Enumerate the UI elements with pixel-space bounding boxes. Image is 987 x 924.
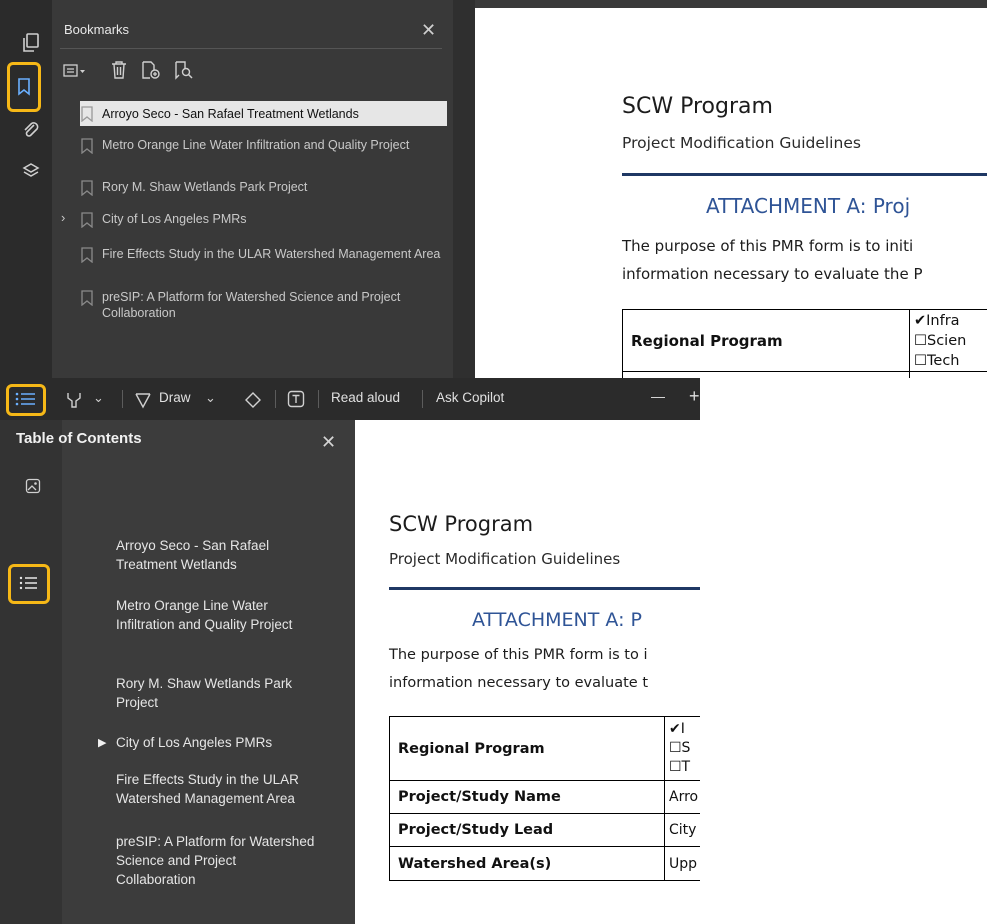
table-value: Arro [664, 780, 700, 814]
toc-item[interactable]: Metro Orange Line Water Infiltration and… [116, 596, 316, 634]
doc-title: SCW Program [622, 94, 773, 119]
bookmark-flag-icon [81, 212, 93, 228]
bookmark-item[interactable]: Fire Effects Study in the ULAR Watershed… [80, 246, 450, 263]
toc-item[interactable]: Rory M. Shaw Wetlands Park Project [116, 674, 316, 712]
delete-icon[interactable] [110, 60, 128, 85]
doc-rule [389, 587, 700, 590]
project-table: Regional Program ✔I ☐S ☐T Project/Study … [389, 716, 700, 881]
doc-paragraph-line: information necessary to evaluate the P [622, 265, 923, 283]
toc-item[interactable]: Fire Effects Study in the ULAR Watershed… [116, 770, 316, 808]
panel-gutter [453, 0, 475, 378]
highlight-tool-icon[interactable] [66, 391, 82, 414]
program-table: Regional Program ✔Infra ☐Scien ☐Tech [622, 309, 987, 378]
bookmark-flag-icon [81, 138, 93, 154]
option-checkbox[interactable]: ☐Tech [914, 351, 987, 371]
table-options: ✔I ☐S ☐T [664, 716, 700, 781]
table-value: City [664, 813, 700, 847]
attachment-heading: ATTACHMENT A: P [472, 609, 642, 631]
attachment-heading: ATTACHMENT A: Proj [706, 194, 911, 218]
doc-paragraph-line: The purpose of this PMR form is to initi [622, 237, 914, 255]
toolbar-separator [318, 390, 319, 408]
bookmark-item[interactable]: Rory M. Shaw Wetlands Park Project [80, 179, 450, 196]
bookmark-flag-icon [81, 290, 93, 306]
bookmark-label: Arroyo Seco - San Rafael Treatment Wetla… [102, 106, 359, 121]
bookmark-flag-icon [81, 180, 93, 196]
bookmark-search-icon[interactable] [174, 60, 194, 85]
attachment-icon[interactable] [16, 114, 46, 144]
table-label: Project/Study Name [389, 780, 665, 814]
toolbar-separator [275, 390, 276, 408]
chevron-down-icon[interactable]: ⌄ [205, 390, 216, 406]
option-checkbox[interactable]: ✔I [669, 720, 700, 739]
ask-copilot-button[interactable]: Ask Copilot [436, 390, 504, 405]
bottom-screenshot: ⌄ Draw ⌄ Read aloud Ask Copilot — + Tabl… [0, 378, 700, 924]
bookmark-label: Fire Effects Study in the ULAR Watershed… [102, 247, 441, 261]
zoom-in-button[interactable]: + [689, 386, 700, 407]
bookmark-icon[interactable] [9, 72, 39, 102]
bookmark-item[interactable]: Arroyo Seco - San Rafael Treatment Wetla… [80, 101, 447, 126]
bookmark-item[interactable]: City of Los Angeles PMRs [80, 211, 450, 228]
toc-item[interactable]: Arroyo Seco - San Rafael Treatment Wetla… [116, 536, 316, 574]
layers-icon[interactable] [16, 156, 46, 186]
read-aloud-button[interactable]: Read aloud [331, 390, 400, 405]
document-page: SCW Program Project Modification Guideli… [355, 420, 700, 924]
bookmark-item[interactable]: Metro Orange Line Water Infiltration and… [80, 137, 450, 154]
toc-item[interactable]: preSIP: A Platform for Watershed Science… [116, 832, 316, 889]
doc-subtitle: Project Modification Guidelines [622, 134, 861, 152]
toc-list-icon[interactable] [19, 575, 39, 596]
panel-divider [60, 48, 442, 49]
bookmark-label: Rory M. Shaw Wetlands Park Project [102, 180, 308, 194]
bookmark-flag-icon [81, 247, 93, 263]
toc-toggle-icon[interactable] [15, 391, 37, 412]
text-box-icon[interactable] [287, 390, 305, 413]
window-edge [475, 0, 987, 8]
pages-icon[interactable] [16, 28, 46, 58]
table-label: Regional Program [622, 309, 910, 372]
doc-title: SCW Program [389, 512, 534, 536]
chevron-down-icon[interactable]: ⌄ [93, 390, 104, 406]
option-checkbox[interactable]: ✔Infra [914, 311, 987, 331]
doc-paragraph-line: The purpose of this PMR form is to i [389, 647, 648, 663]
expand-chevron-icon[interactable]: › [61, 210, 65, 225]
panel-title: Bookmarks [64, 22, 130, 37]
bookmark-flag-icon [81, 106, 93, 122]
add-bookmark-icon[interactable] [141, 60, 161, 85]
thumbnail-icon[interactable] [25, 478, 41, 499]
table-label: Watershed Area(s) [389, 846, 665, 881]
bookmark-options-icon[interactable] [63, 62, 87, 80]
top-screenshot: Bookmarks ✕ Arroyo Seco - San Rafael Tre… [0, 0, 987, 378]
zoom-out-button[interactable]: — [651, 388, 665, 404]
bookmark-item[interactable]: preSIP: A Platform for Watershed Science… [80, 289, 450, 321]
bookmark-label: City of Los Angeles PMRs [102, 212, 247, 226]
table-label: Project/Study Lead [389, 813, 665, 847]
option-checkbox[interactable]: ☐Scien [914, 331, 987, 351]
draw-icon[interactable] [134, 391, 152, 414]
bookmark-label: Metro Orange Line Water Infiltration and… [102, 138, 410, 152]
expand-caret-icon[interactable]: ▶ [98, 736, 106, 749]
option-checkbox[interactable]: ☐S [669, 739, 700, 758]
doc-paragraph-line: information necessary to evaluate t [389, 675, 649, 691]
bookmark-label: preSIP: A Platform for Watershed Science… [102, 290, 401, 320]
close-icon[interactable]: ✕ [421, 21, 436, 39]
table-options: ✔Infra ☐Scien ☐Tech [909, 309, 987, 372]
option-checkbox[interactable]: ☐T [669, 758, 700, 777]
toolbar-separator [122, 390, 123, 408]
close-icon[interactable]: ✕ [321, 433, 336, 451]
draw-button[interactable]: Draw [159, 390, 191, 405]
table-value: Upp [664, 846, 700, 881]
toc-title: Table of Contents [16, 430, 142, 447]
eraser-icon[interactable] [244, 391, 262, 414]
doc-subtitle: Project Modification Guidelines [389, 550, 621, 568]
doc-rule [622, 173, 987, 176]
toolbar-separator [422, 390, 423, 408]
toc-item[interactable]: City of Los Angeles PMRs [116, 733, 316, 752]
table-label: Regional Program [389, 716, 665, 781]
